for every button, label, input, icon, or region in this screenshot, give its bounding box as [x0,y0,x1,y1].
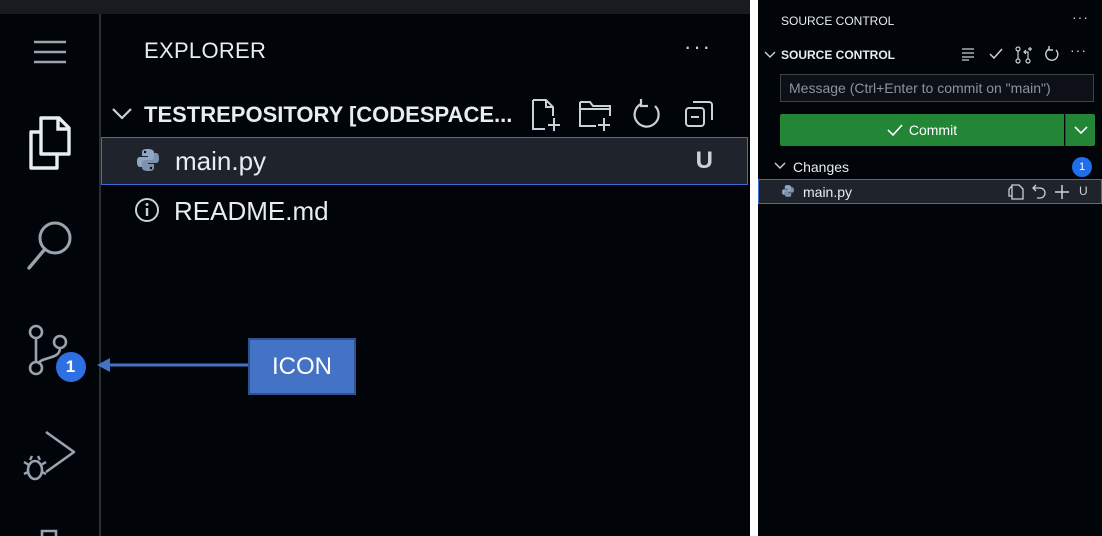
python-file-icon [137,149,159,171]
chevron-down-icon [112,108,132,120]
section-more-actions-button[interactable]: ··· [1070,42,1087,58]
untracked-status-badge: U [695,147,713,174]
chevron-down-icon [774,162,786,169]
info-icon [135,198,159,222]
changes-group-header[interactable]: Changes 1 [758,156,1102,178]
commit-dropdown-button[interactable] [1065,114,1095,146]
source-control-panel: SOURCE CONTROL ··· SOURCE CONTROL ··· Me… [758,0,1102,536]
extensions-icon [40,529,57,536]
refresh-icon[interactable] [631,98,663,130]
repository-folder-row[interactable]: TESTREPOSITORY [CODESPACE... [101,98,750,134]
open-file-icon[interactable] [1007,183,1025,201]
activity-bar: 1 [0,14,101,536]
python-file-icon [782,185,794,197]
chevron-down-icon [1073,126,1088,135]
changed-file-name: main.py [803,184,853,200]
source-control-activity-button[interactable]: 1 [0,320,99,382]
file-name: main.py [175,146,267,176]
search-activity-button[interactable] [0,216,99,274]
hamburger-menu-icon [33,40,66,64]
stage-changes-icon[interactable] [1054,183,1070,201]
explorer-activity-button[interactable] [0,114,99,172]
changes-label: Changes [793,159,850,175]
explorer-panel-zoomed: 1 EXPLORER ··· TESTREPOSITORY [CODESPACE… [0,0,750,536]
repository-name: TESTREPOSITORY [CODESPACE... [144,102,513,127]
collapse-all-icon[interactable] [683,98,715,130]
menu-button[interactable] [0,40,99,64]
commit-button[interactable]: Commit [780,114,1064,146]
refresh-icon[interactable] [1044,46,1060,62]
discard-changes-icon[interactable] [1031,183,1047,201]
pull-request-icon[interactable] [1014,46,1034,64]
commit-message-input[interactable] [780,74,1094,102]
section-title: SOURCE CONTROL [781,48,895,62]
commit-button-label: Commit [908,122,958,138]
run-debug-icon [22,430,75,481]
search-icon [26,221,71,270]
panel-more-actions-button[interactable]: ··· [1072,9,1089,25]
changed-file-row-main-py[interactable]: main.py U [758,179,1102,204]
file-name: README.md [174,196,329,226]
source-control-section-header[interactable]: SOURCE CONTROL ··· [758,42,1102,66]
callout-label: ICON [248,338,356,395]
changes-count-badge: 1 [1072,157,1092,177]
extensions-activity-button[interactable] [0,528,99,536]
check-icon [887,124,903,137]
untracked-status-badge: U [1079,184,1088,198]
new-file-icon[interactable] [529,98,563,132]
run-debug-activity-button[interactable] [0,426,99,488]
view-as-list-icon[interactable] [960,46,976,62]
callout-arrow [97,358,248,372]
new-folder-icon[interactable] [578,98,614,132]
window-top-strip [0,0,750,14]
source-control-badge: 1 [55,352,86,382]
chevron-down-icon [764,51,776,58]
panel-divider [750,0,758,536]
commit-check-icon[interactable] [988,46,1004,62]
explorer-sidebar: EXPLORER ··· TESTREPOSITORY [CODESPACE..… [101,14,750,536]
panel-header-title: SOURCE CONTROL [781,14,895,28]
file-row-main-py[interactable]: main.py U [101,137,748,185]
files-icon [28,116,71,170]
file-row-readme-md[interactable]: README.md [101,188,746,234]
explorer-title: EXPLORER [144,38,267,63]
explorer-more-actions-button[interactable]: ··· [684,34,712,60]
